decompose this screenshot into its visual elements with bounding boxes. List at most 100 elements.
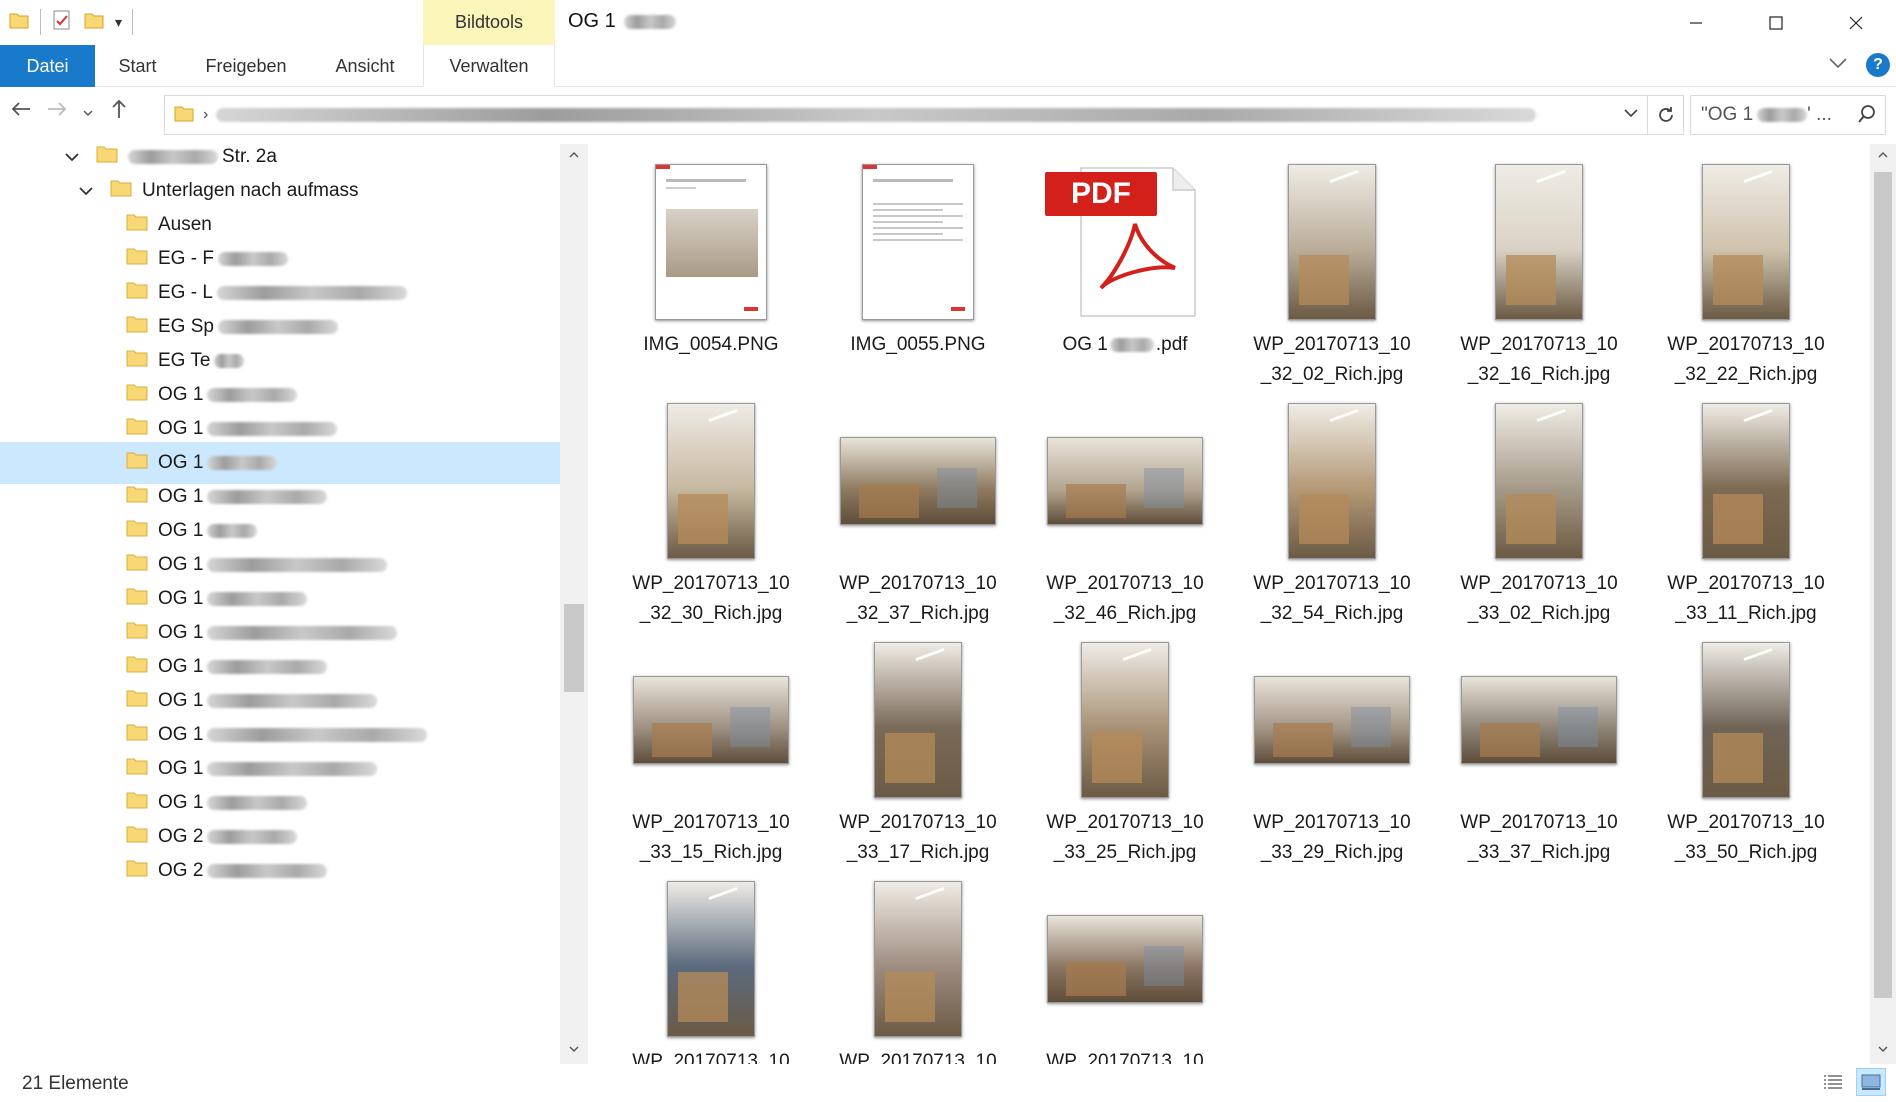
file-item[interactable]: WP_20170713_10 [608, 869, 814, 1064]
recent-locations-dropdown-icon[interactable] [82, 99, 94, 125]
customize-toolbar-dropdown-icon[interactable]: ▾ [115, 14, 122, 31]
new-folder-icon[interactable] [83, 9, 105, 36]
search-ellipsis: ' ... [1807, 104, 1832, 125]
file-item[interactable]: WP_20170713_10 [815, 869, 1021, 1064]
file-item[interactable]: WP_20170713_10 _33_02_Rich.jpg [1436, 391, 1642, 624]
tree-item-label: OG 1 [158, 452, 278, 474]
expand-chevron-icon[interactable] [62, 149, 82, 165]
tab-start[interactable]: Start [95, 45, 180, 87]
back-arrow-icon[interactable] [10, 98, 32, 126]
thumbnail-container [1436, 162, 1642, 322]
file-item[interactable]: WP_20170713_10 _32_30_Rich.jpg [608, 391, 814, 624]
image-thumbnail [667, 881, 755, 1037]
file-name: WP_20170713_10 _32_54_Rich.jpg [1229, 569, 1435, 629]
large-icons-view-button[interactable] [1856, 1068, 1886, 1096]
file-item[interactable]: PDF OG 1 .pdf [1022, 152, 1228, 384]
file-name-line: _32_46_Rich.jpg [1053, 603, 1197, 624]
folder-icon [126, 722, 148, 748]
redacted-text [207, 592, 308, 606]
folder-icon [126, 416, 148, 442]
folder-icon [126, 756, 148, 782]
file-name: WP_20170713_10 _33_02_Rich.jpg [1436, 569, 1642, 629]
tree-item-label: OG 2 [158, 860, 328, 882]
thumbnail-container [608, 640, 814, 800]
file-name-line: _33_02_Rich.jpg [1467, 603, 1611, 624]
scroll-thumb[interactable] [564, 604, 584, 692]
forward-arrow-icon[interactable] [46, 98, 68, 126]
folder-icon[interactable] [8, 9, 30, 36]
file-name: WP_20170713_10 _33_37_Rich.jpg [1436, 808, 1642, 868]
quick-access-toolbar: ▾ [8, 6, 134, 38]
file-name-line: _33_50_Rich.jpg [1674, 842, 1818, 863]
file-item[interactable]: WP_20170713_10 _33_25_Rich.jpg [1022, 630, 1228, 863]
tab-view[interactable]: Ansicht [315, 45, 415, 87]
image-thumbnail [1495, 164, 1583, 320]
file-item[interactable]: IMG_0054.PNG [608, 152, 814, 384]
file-item[interactable]: WP_20170713_10 _33_50_Rich.jpg [1643, 630, 1849, 863]
ribbon-tabs: Datei Start Freigeben Ansicht Verwalten … [0, 45, 1896, 87]
file-item[interactable]: WP_20170713_10 _33_11_Rich.jpg [1643, 391, 1849, 624]
redacted-text [207, 694, 378, 708]
image-thumbnail [1461, 676, 1617, 764]
tree-item-text: OG 1 [158, 418, 204, 439]
tab-file[interactable]: Datei [0, 45, 95, 87]
image-thumbnail [862, 164, 974, 320]
close-button[interactable] [1816, 0, 1896, 45]
scroll-up-icon[interactable] [1870, 148, 1896, 164]
redacted-text [207, 558, 388, 572]
search-icon[interactable] [1857, 104, 1877, 130]
tree-item-text: Ausen [158, 214, 212, 235]
properties-icon[interactable] [51, 9, 73, 36]
scroll-down-icon[interactable] [1870, 1042, 1896, 1058]
file-item[interactable]: WP_20170713_10 _33_37_Rich.jpg [1436, 630, 1642, 863]
scroll-up-icon[interactable] [560, 148, 588, 164]
breadcrumb-separator-icon[interactable]: › [203, 106, 208, 124]
folder-icon [126, 518, 148, 544]
scroll-thumb[interactable] [1874, 172, 1892, 998]
address-dropdown-icon[interactable] [1623, 105, 1639, 126]
file-item[interactable]: IMG_0055.PNG [815, 152, 1021, 384]
item-count: 21 Elemente [22, 1073, 129, 1094]
nav-scrollbar[interactable] [560, 144, 588, 1064]
redacted-text [217, 320, 338, 334]
file-item[interactable]: WP_20170713_10 _32_22_Rich.jpg [1643, 152, 1849, 385]
file-item[interactable]: WP_20170713_10 _33_17_Rich.jpg [815, 630, 1021, 863]
file-name-line: _33_37_Rich.jpg [1467, 842, 1611, 863]
folder-icon [173, 102, 195, 129]
tree-item-label: Unterlagen nach aufmass [142, 180, 359, 202]
thumbnail-container [1643, 640, 1849, 800]
file-name-line: WP_20170713_10 [1667, 573, 1825, 594]
file-item[interactable]: WP_20170713_10 _32_16_Rich.jpg [1436, 152, 1642, 385]
expand-chevron-icon[interactable] [76, 183, 96, 199]
expand-ribbon-icon[interactable] [1828, 56, 1848, 75]
help-icon[interactable]: ? [1866, 53, 1890, 77]
file-item[interactable]: WP_20170713_10 _32_46_Rich.jpg [1022, 391, 1228, 624]
refresh-button[interactable] [1648, 95, 1684, 135]
maximize-button[interactable] [1736, 0, 1816, 45]
redacted-text [207, 830, 298, 844]
file-item[interactable]: WP_20170713_10 _33_29_Rich.jpg [1229, 630, 1435, 863]
tree-item-text: OG 1 [158, 690, 204, 711]
thumbnail-container [608, 401, 814, 561]
file-name-line: _33_17_Rich.jpg [846, 842, 990, 863]
file-item[interactable]: WP_20170713_10 _32_37_Rich.jpg [815, 391, 1021, 624]
search-input[interactable]: "OG 1 ' ... [1690, 95, 1886, 135]
minimize-button[interactable] [1656, 0, 1736, 45]
details-view-button[interactable] [1818, 1068, 1848, 1096]
navigation-buttons [10, 98, 130, 126]
tab-manage[interactable]: Verwalten [423, 45, 555, 87]
tree-item[interactable]: OG 2 [0, 850, 560, 892]
tab-share[interactable]: Freigeben [190, 45, 302, 87]
scroll-down-icon[interactable] [560, 1042, 588, 1058]
file-item[interactable]: WP_20170713_10 _32_54_Rich.jpg [1229, 391, 1435, 624]
up-arrow-icon[interactable] [108, 98, 130, 126]
tree-item-label: EG Sp [158, 316, 338, 338]
file-item[interactable]: WP_20170713_10 [1022, 869, 1228, 1064]
address-bar[interactable]: › [164, 95, 1648, 135]
file-item[interactable]: WP_20170713_10 _32_02_Rich.jpg [1229, 152, 1435, 385]
image-thumbnail [633, 676, 789, 764]
file-name: WP_20170713_10 _32_30_Rich.jpg [608, 569, 814, 629]
file-item[interactable]: WP_20170713_10 _33_15_Rich.jpg [608, 630, 814, 863]
content-scrollbar[interactable] [1870, 144, 1896, 1064]
file-name-line: WP_20170713_10 [1253, 334, 1411, 355]
